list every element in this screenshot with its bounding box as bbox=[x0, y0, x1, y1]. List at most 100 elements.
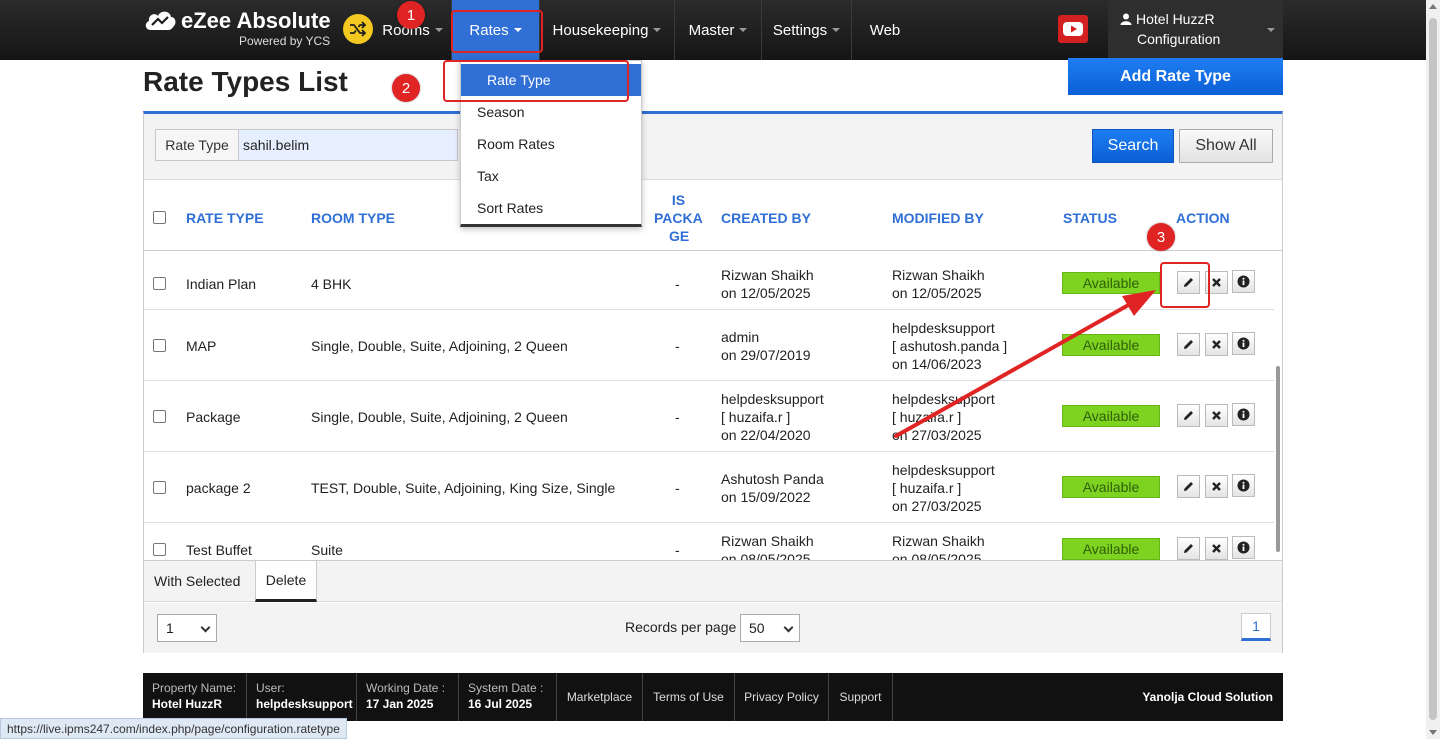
footer-user-value: helpdesksupport bbox=[256, 697, 353, 711]
hotel-config-menu[interactable]: Hotel HuzzR Configuration bbox=[1108, 0, 1283, 60]
page-scrollbar-thumb[interactable] bbox=[1429, 18, 1437, 720]
menu-item-tax[interactable]: Tax bbox=[461, 160, 641, 192]
cell-rate-type: Indian Plan bbox=[186, 276, 257, 292]
edit-pencil-icon[interactable] bbox=[1177, 404, 1200, 427]
table-scrollbar-thumb[interactable] bbox=[1276, 366, 1280, 552]
cell-modified-by-name: Rizwan Shaikh bbox=[892, 267, 985, 283]
records-per-page-value: 50 bbox=[749, 620, 765, 636]
footer-system-value: 16 Jul 2025 bbox=[468, 697, 533, 711]
edit-pencil-icon[interactable] bbox=[1177, 475, 1200, 498]
table-body[interactable]: Indian Plan 4 BHK - Rizwan Shaikh on 12/… bbox=[144, 252, 1274, 560]
row-checkbox[interactable] bbox=[153, 481, 166, 494]
delete-x-icon[interactable] bbox=[1205, 333, 1228, 356]
row-checkbox[interactable] bbox=[153, 543, 166, 556]
annotation-highlight-rates bbox=[451, 10, 543, 53]
chevron-down-icon bbox=[653, 28, 662, 32]
footer-working-value: 17 Jan 2025 bbox=[366, 697, 434, 711]
nav-web[interactable]: Web bbox=[852, 0, 918, 60]
table-header: RATE TYPE ROOM TYPE IS PACKA GE CREATED … bbox=[144, 181, 1282, 251]
scroll-up-icon[interactable] bbox=[1429, 4, 1437, 9]
header-status[interactable]: STATUS bbox=[1063, 210, 1117, 226]
delete-x-icon[interactable] bbox=[1205, 404, 1228, 427]
footer-link-marketplace[interactable]: Marketplace bbox=[557, 673, 643, 721]
table-row: package 2 TEST, Double, Suite, Adjoining… bbox=[144, 452, 1274, 523]
records-per-page-select[interactable]: 50 bbox=[740, 614, 800, 642]
rate-type-search-input[interactable] bbox=[238, 129, 458, 161]
status-badge: Available bbox=[1062, 405, 1160, 427]
info-icon[interactable] bbox=[1232, 474, 1255, 497]
cell-created-by-name: Rizwan Shaikh bbox=[721, 533, 814, 549]
footer-property: Property Name: Hotel HuzzR bbox=[143, 673, 247, 721]
cell-room-type: 4 BHK bbox=[311, 276, 352, 292]
info-icon[interactable] bbox=[1232, 332, 1255, 355]
table-row: MAP Single, Double, Suite, Adjoining, 2 … bbox=[144, 310, 1274, 381]
top-navbar: eZee Absolute Powered by YCS Rooms Rates… bbox=[0, 0, 1426, 60]
info-icon[interactable] bbox=[1232, 403, 1255, 426]
menu-item-room-rates[interactable]: Room Rates bbox=[461, 128, 641, 160]
page-select[interactable]: 1 bbox=[157, 614, 217, 642]
page-scrollbar[interactable] bbox=[1426, 0, 1440, 739]
cell-room-type: Single, Double, Suite, Adjoining, 2 Quee… bbox=[311, 338, 568, 354]
delete-selected-button[interactable]: Delete bbox=[255, 561, 317, 602]
delete-x-icon[interactable] bbox=[1205, 537, 1228, 560]
rate-types-panel: Rate Type Search Show All RATE TYPE ROOM… bbox=[143, 111, 1283, 653]
header-room-type[interactable]: ROOM TYPE bbox=[311, 210, 395, 226]
footer-link-privacy[interactable]: Privacy Policy bbox=[735, 673, 829, 721]
footer-link-terms[interactable]: Terms of Use bbox=[643, 673, 735, 721]
current-page-button[interactable]: 1 bbox=[1241, 613, 1271, 641]
cell-is-package: - bbox=[675, 276, 680, 292]
info-icon[interactable] bbox=[1232, 536, 1255, 559]
chevron-down-icon bbox=[832, 28, 841, 32]
cell-created-by-name: admin bbox=[721, 329, 760, 345]
show-all-button[interactable]: Show All bbox=[1179, 129, 1273, 163]
row-checkbox[interactable] bbox=[153, 339, 166, 352]
nav-settings[interactable]: Settings bbox=[762, 0, 852, 60]
nav-master[interactable]: Master bbox=[675, 0, 762, 60]
annotation-step-1: 1 bbox=[397, 1, 425, 29]
cell-created-by-user: [ huzaifa.r ] bbox=[721, 409, 791, 425]
cell-created-by-name: Ashutosh Panda bbox=[721, 471, 824, 487]
brand-logo[interactable]: eZee Absolute Powered by YCS bbox=[143, 6, 373, 54]
youtube-icon[interactable] bbox=[1058, 15, 1088, 43]
cell-room-type: Suite bbox=[311, 542, 343, 558]
status-badge: Available bbox=[1062, 538, 1160, 560]
cell-rate-type: Test Buffet bbox=[186, 542, 252, 558]
footer-link-support[interactable]: Support bbox=[829, 673, 893, 721]
cell-rate-type: package 2 bbox=[186, 480, 251, 496]
cell-created-by-date: on 22/04/2020 bbox=[721, 427, 811, 443]
cell-created-by-date: on 08/05/2025 bbox=[721, 551, 811, 560]
menu-item-sort-rates[interactable]: Sort Rates bbox=[461, 192, 641, 224]
annotation-step-2: 2 bbox=[392, 74, 420, 102]
info-icon[interactable] bbox=[1232, 270, 1255, 293]
cell-room-type: TEST, Double, Suite, Adjoining, King Siz… bbox=[311, 480, 616, 496]
add-rate-type-button[interactable]: Add Rate Type bbox=[1068, 58, 1283, 95]
delete-x-icon[interactable] bbox=[1205, 475, 1228, 498]
header-created-by[interactable]: CREATED BY bbox=[721, 210, 811, 226]
status-badge: Available bbox=[1062, 476, 1160, 498]
header-modified-by[interactable]: MODIFIED BY bbox=[892, 210, 984, 226]
cell-modified-by-user: [ huzaifa.r ] bbox=[892, 480, 962, 496]
nav-housekeeping[interactable]: Housekeeping bbox=[540, 0, 675, 60]
footer-system-label: System Date : bbox=[468, 681, 544, 695]
bulk-action-bar: With Selected Delete bbox=[144, 560, 1282, 602]
cell-modified-by-date: on 27/03/2025 bbox=[892, 427, 982, 443]
search-button[interactable]: Search bbox=[1092, 129, 1174, 163]
header-rate-type[interactable]: RATE TYPE bbox=[186, 210, 264, 226]
edit-pencil-icon[interactable] bbox=[1177, 333, 1200, 356]
with-selected-label: With Selected bbox=[154, 573, 241, 589]
row-checkbox[interactable] bbox=[153, 277, 166, 290]
cell-rate-type: Package bbox=[186, 409, 241, 425]
status-badge: Available bbox=[1062, 334, 1160, 356]
select-all-checkbox[interactable] bbox=[153, 211, 166, 224]
cell-created-by-name: Rizwan Shaikh bbox=[721, 267, 814, 283]
edit-pencil-icon[interactable] bbox=[1177, 537, 1200, 560]
scroll-down-icon[interactable] bbox=[1429, 730, 1437, 735]
records-per-page-label: Records per page bbox=[625, 619, 737, 635]
row-checkbox[interactable] bbox=[153, 410, 166, 423]
header-is-package-1: IS bbox=[671, 192, 686, 208]
nav-web-label: Web bbox=[869, 21, 901, 39]
page-title: Rate Types List bbox=[143, 66, 348, 97]
table-row: Indian Plan 4 BHK - Rizwan Shaikh on 12/… bbox=[144, 252, 1274, 310]
footer-bar: Property Name: Hotel HuzzR User: helpdes… bbox=[143, 673, 1283, 721]
shuffle-icon[interactable] bbox=[343, 14, 373, 44]
